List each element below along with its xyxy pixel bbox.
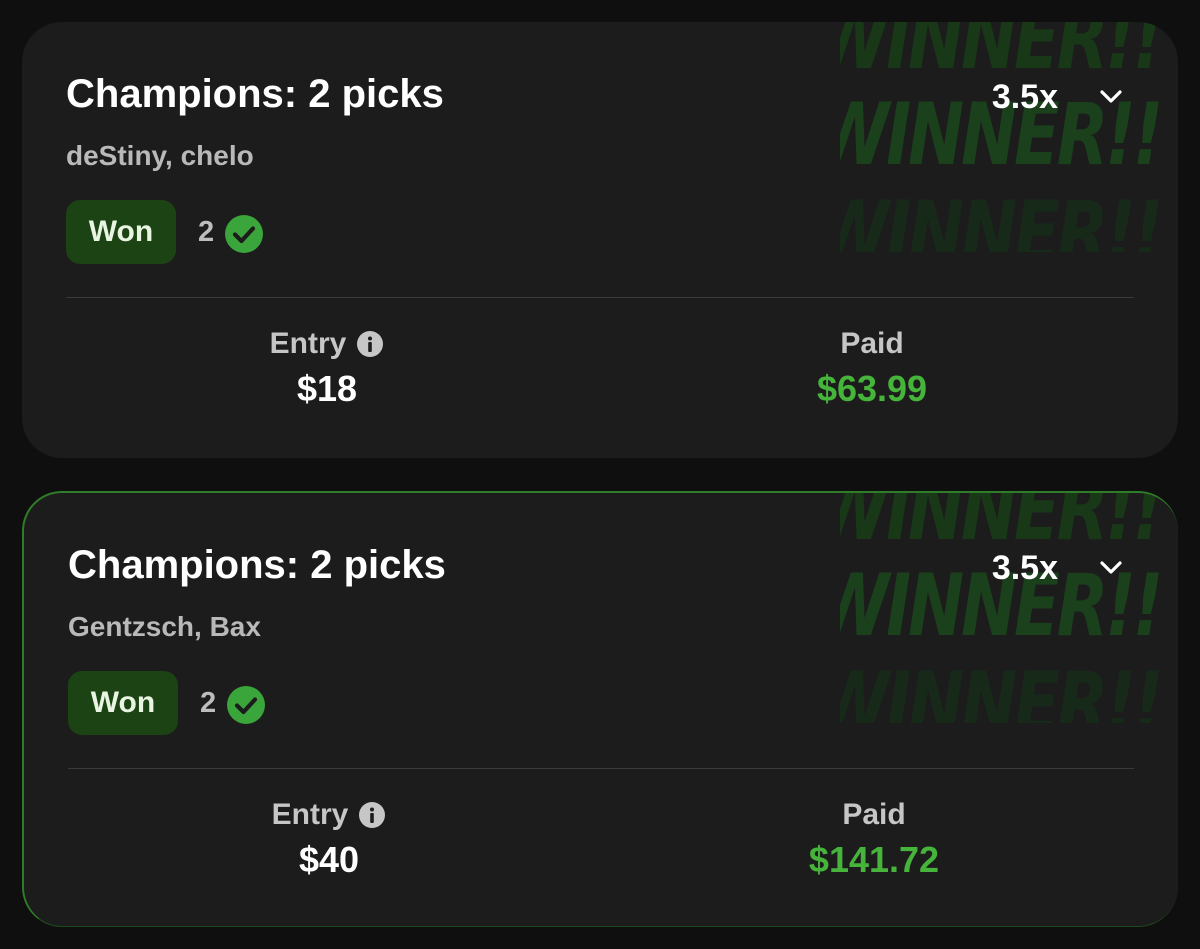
- divider: [66, 297, 1134, 298]
- paid-amount: $141.72: [808, 839, 940, 880]
- entry-card[interactable]: WINNER!! WINNER!! WINNER!! Champions: 2 …: [22, 22, 1178, 458]
- paid-label: Paid: [842, 798, 906, 831]
- card-title: Champions: 2 picks: [66, 72, 444, 116]
- watermark-text: WINNER!!: [840, 493, 1163, 560]
- entry-amount: $40: [298, 839, 360, 880]
- payout-multiplier: 3.5x: [991, 549, 1058, 587]
- paid-amount: $63.99: [816, 368, 928, 409]
- paid-label: Paid: [840, 327, 904, 360]
- winner-watermark: WINNER!! WINNER!! WINNER!!: [840, 22, 1170, 252]
- chevron-down-icon[interactable]: [1096, 555, 1126, 579]
- watermark-text: WINNER!!: [840, 183, 1163, 252]
- entry-label: Entry: [271, 798, 349, 831]
- paid-stat: Paid $141.72: [724, 793, 1024, 881]
- check-circle-icon: [227, 686, 265, 724]
- check-circle-icon: [225, 215, 263, 253]
- picked-players: deStiny, chelo: [66, 140, 254, 171]
- entry-stat: Entry $18: [177, 322, 477, 410]
- info-icon[interactable]: [358, 801, 386, 829]
- divider: [68, 768, 1134, 769]
- watermark-text: WINNER!!: [840, 654, 1163, 723]
- winner-watermark: WINNER!! WINNER!! WINNER!!: [840, 493, 1170, 723]
- status-badge: Won: [66, 200, 176, 264]
- status-badge: Won: [68, 671, 178, 735]
- correct-pick-count: 2: [198, 216, 215, 248]
- paid-stat: Paid $63.99: [722, 322, 1022, 410]
- payout-multiplier: 3.5x: [991, 78, 1058, 116]
- picked-players: Gentzsch, Bax: [68, 611, 261, 642]
- correct-pick-count: 2: [200, 687, 217, 719]
- watermark-text: WINNER!!: [840, 22, 1163, 89]
- entry-amount: $18: [296, 368, 358, 409]
- entry-label: Entry: [269, 327, 347, 360]
- entry-stat: Entry $40: [179, 793, 479, 881]
- info-icon[interactable]: [356, 330, 384, 358]
- entry-card[interactable]: WINNER!! WINNER!! WINNER!! Champions: 2 …: [22, 491, 1178, 927]
- card-title: Champions: 2 picks: [68, 543, 446, 587]
- chevron-down-icon[interactable]: [1096, 84, 1126, 108]
